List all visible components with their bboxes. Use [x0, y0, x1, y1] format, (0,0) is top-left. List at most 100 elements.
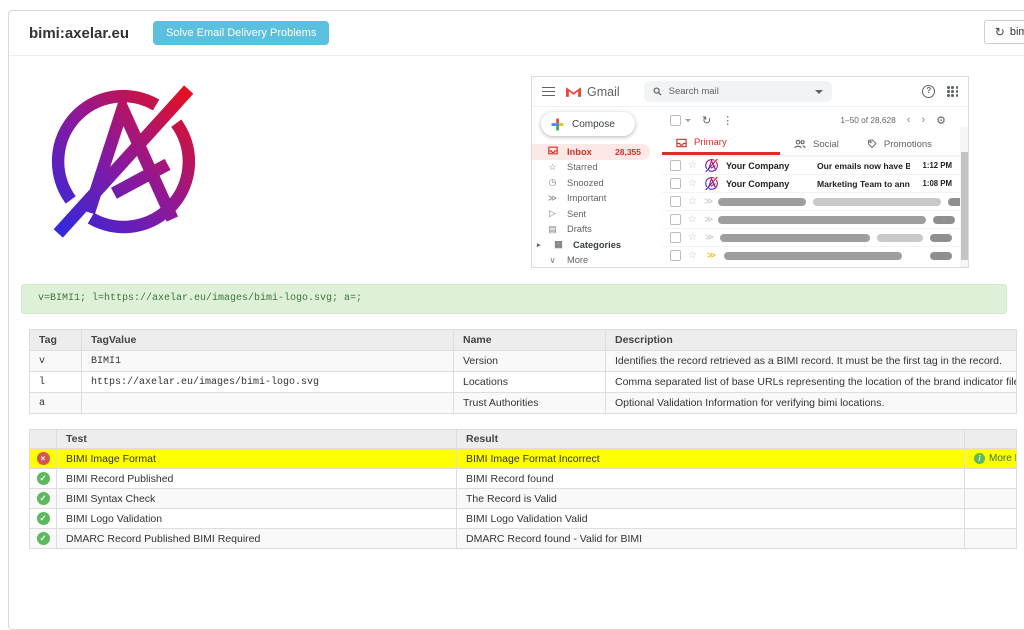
column-header-name: Name: [454, 330, 606, 351]
email-time: 1:08 PM: [923, 179, 952, 188]
name-cell: Locations: [454, 372, 606, 393]
more-info-label: More Info: [989, 453, 1017, 464]
pass-status-icon: ✓: [37, 512, 50, 525]
email-row-placeholder: ☆ ≫: [662, 192, 968, 210]
tab-label: Promotions: [884, 139, 932, 150]
placeholder-bar: [877, 234, 923, 242]
test-cell: BIMI Record Published: [57, 469, 457, 489]
gmail-mockup-image: Gmail Search mail ?: [531, 76, 969, 268]
more-info-link[interactable]: i More Info: [974, 453, 1007, 464]
star-icon: ☆: [688, 179, 697, 189]
column-header-description: Description: [606, 330, 1017, 351]
rerun-lookup-label: bimi: [1010, 26, 1024, 38]
sidebar-item-label: Snoozed: [567, 178, 604, 188]
sidebar-item-snoozed: ◷ Snoozed: [532, 175, 662, 191]
test-row-bimi-image-format: × BIMI Image Format BIMI Image Format In…: [30, 449, 1017, 469]
column-header-status: [30, 430, 57, 449]
axelar-bimi-logo-image: [39, 80, 207, 245]
table-row: a Trust Authorities Optional Validation …: [30, 393, 1017, 414]
header: bimi:axelar.eu Solve Email Delivery Prob…: [9, 11, 1024, 56]
email-row-placeholder: ☆ ≫: [662, 210, 968, 228]
star-icon: ☆: [688, 233, 697, 243]
column-header-tag: Tag: [30, 330, 82, 351]
sidebar-item-starred: ☆ Starred: [532, 160, 662, 176]
expand-arrow-icon: ▸: [537, 241, 544, 249]
email-sender: Your Company: [726, 179, 810, 189]
tab-social: Social: [780, 133, 853, 155]
placeholder-bar: [724, 252, 902, 260]
apps-grid-icon: [947, 86, 958, 97]
tagvalue-cell: BIMI1: [82, 351, 454, 372]
tag-cell: l: [30, 372, 82, 393]
settings-gear-icon: ⚙: [936, 114, 946, 127]
result-cell: BIMI Record found: [457, 469, 965, 489]
pagination-label: 1–50 of 28,628: [840, 115, 895, 125]
gmail-search-bar: Search mail: [644, 81, 832, 102]
sender-avatar-axelar-logo: [704, 158, 719, 173]
bimi-record-raw: v=BIMI1; l=https://axelar.eu/images/bimi…: [21, 284, 1007, 314]
chevron-right-icon: ›: [921, 114, 925, 126]
row-checkbox: [670, 160, 681, 171]
search-icon: [653, 87, 662, 96]
email-subject: Marketing Team to announce BIMI ...: [817, 179, 910, 189]
sidebar-item-label: Starred: [567, 162, 598, 172]
result-cell: BIMI Image Format Incorrect: [457, 449, 965, 469]
row-checkbox: [670, 232, 681, 243]
compose-plus-icon: [551, 118, 564, 131]
refresh-icon: ↻: [995, 25, 1005, 39]
more-vertical-icon: ⋮: [722, 114, 733, 127]
name-cell: Version: [454, 351, 606, 372]
gmail-logo-icon: [565, 85, 582, 98]
help-icon: ?: [922, 85, 935, 98]
test-row-bimi-syntax-check: ✓ BIMI Syntax Check The Record is Valid: [30, 489, 1017, 509]
star-icon: ☆: [688, 161, 697, 171]
email-row: ☆ Your Company Marketing Team to announc…: [662, 174, 968, 192]
pass-status-icon: ✓: [37, 492, 50, 505]
test-cell: BIMI Syntax Check: [57, 489, 457, 509]
name-cell: Trust Authorities: [454, 393, 606, 414]
email-row-placeholder: ☆ ≫: [662, 228, 968, 246]
email-sender: Your Company: [726, 161, 810, 171]
sidebar-item-label: Drafts: [567, 224, 592, 234]
refresh-icon: ↻: [702, 114, 711, 127]
star-icon: ☆: [688, 251, 697, 261]
sidebar-item-label: Important: [567, 193, 606, 203]
inbox-unread-count: 28,355: [615, 147, 641, 157]
important-marker-icon: ≫: [547, 193, 558, 204]
chevron-down-icon: ∨: [547, 255, 558, 266]
table-row: l https://axelar.eu/images/bimi-logo.svg…: [30, 372, 1017, 393]
important-marker-icon: ≫: [704, 214, 711, 225]
rerun-lookup-button[interactable]: ↻ bimi: [984, 20, 1024, 44]
star-icon: ☆: [547, 162, 558, 173]
solve-email-delivery-problems-button[interactable]: Solve Email Delivery Problems: [153, 21, 329, 45]
test-cell: BIMI Logo Validation: [57, 509, 457, 529]
sidebar-item-inbox: Inbox 28,355: [532, 144, 650, 160]
result-cell: The Record is Valid: [457, 489, 965, 509]
compose-label: Compose: [572, 119, 615, 130]
sender-avatar-axelar-logo: [704, 176, 719, 191]
placeholder-bar: [720, 234, 870, 242]
tab-label: Social: [813, 139, 839, 150]
page-title: bimi:axelar.eu: [29, 25, 129, 42]
star-icon: ☆: [688, 197, 697, 207]
search-options-caret-icon: [815, 90, 823, 94]
important-marker-icon: ≫: [704, 232, 713, 243]
column-header-tagvalue: TagValue: [82, 330, 454, 351]
important-marker-icon: ≫: [704, 196, 711, 207]
test-row-dmarc-record-published: ✓ DMARC Record Published BIMI Required D…: [30, 529, 1017, 549]
result-cell: DMARC Record found - Valid for BIMI: [457, 529, 965, 549]
bimi-tag-table: Tag TagValue Name Description v BIMI1 Ve…: [29, 329, 1017, 414]
email-row: ☆ Your Company Our emails now have BIMI …: [662, 156, 968, 174]
test-cell: DMARC Record Published BIMI Required: [57, 529, 457, 549]
primary-inbox-icon: [676, 138, 687, 148]
gmail-list-toolbar: ↻ ⋮ 1–50 of 28,628 ‹ › ⚙: [662, 107, 968, 133]
placeholder-time: [933, 216, 955, 224]
row-checkbox: [670, 214, 681, 225]
sidebar-item-label: Inbox: [567, 147, 592, 157]
info-icon: i: [974, 453, 985, 464]
categories-icon: ▦: [553, 239, 564, 250]
row-checkbox: [670, 250, 681, 261]
pass-status-icon: ✓: [37, 532, 50, 545]
gmail-search-placeholder: Search mail: [669, 86, 719, 97]
send-icon: ▷: [547, 208, 558, 219]
